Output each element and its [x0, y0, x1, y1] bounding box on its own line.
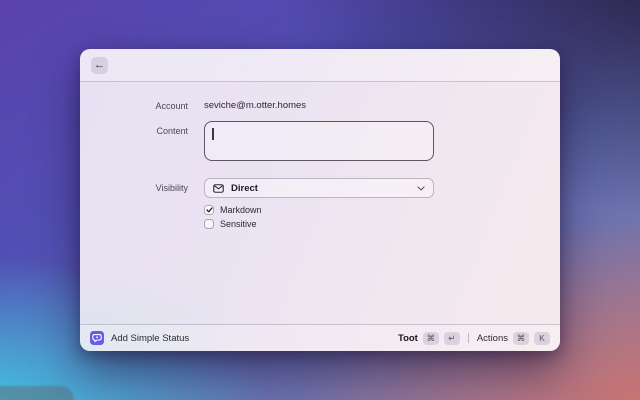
- content-input[interactable]: [204, 121, 434, 161]
- markdown-checkbox-label: Markdown: [220, 205, 262, 215]
- wallpaper-hill-silhouette: [0, 386, 74, 400]
- visibility-value: Direct: [231, 182, 258, 194]
- footer-actions: Toot ⌘ ↵ Actions ⌘ K: [398, 331, 550, 345]
- toot-button[interactable]: Toot: [398, 333, 418, 344]
- content-label: Content: [156, 126, 188, 136]
- desktop-wallpaper: ← Account seviche@m.otter.homes Content …: [0, 0, 640, 400]
- account-label: Account: [155, 101, 188, 111]
- window-footer: Add Simple Status Toot ⌘ ↵ Actions ⌘ K: [80, 324, 560, 351]
- app-chat-bubble-icon: [90, 331, 104, 345]
- chevron-down-icon: [417, 185, 425, 191]
- markdown-checkbox[interactable]: [204, 205, 214, 215]
- footer-app-title: Add Simple Status: [111, 332, 190, 344]
- command-key-icon: ⌘: [422, 331, 439, 345]
- account-value: seviche@m.otter.homes: [204, 100, 307, 111]
- k-key-icon: K: [534, 331, 550, 345]
- sensitive-checkbox[interactable]: [204, 219, 214, 229]
- text-caret: [212, 128, 214, 140]
- envelope-icon: [213, 183, 224, 193]
- sensitive-checkbox-label: Sensitive: [220, 219, 257, 229]
- back-button[interactable]: ←: [91, 57, 108, 74]
- visibility-select[interactable]: Direct: [204, 178, 434, 198]
- markdown-checkbox-row[interactable]: Markdown: [204, 205, 262, 215]
- command-key-icon: ⌘: [513, 331, 529, 345]
- actions-button[interactable]: Actions: [477, 333, 508, 344]
- visibility-label: Visibility: [155, 183, 188, 193]
- back-arrow-icon: ←: [94, 59, 105, 71]
- checkmark-icon: [205, 207, 213, 213]
- sensitive-checkbox-row[interactable]: Sensitive: [204, 219, 257, 229]
- footer-divider: [467, 333, 469, 343]
- compose-status-window: ← Account seviche@m.otter.homes Content …: [80, 49, 560, 351]
- window-header: ←: [80, 49, 560, 82]
- return-key-icon: ↵: [443, 331, 460, 345]
